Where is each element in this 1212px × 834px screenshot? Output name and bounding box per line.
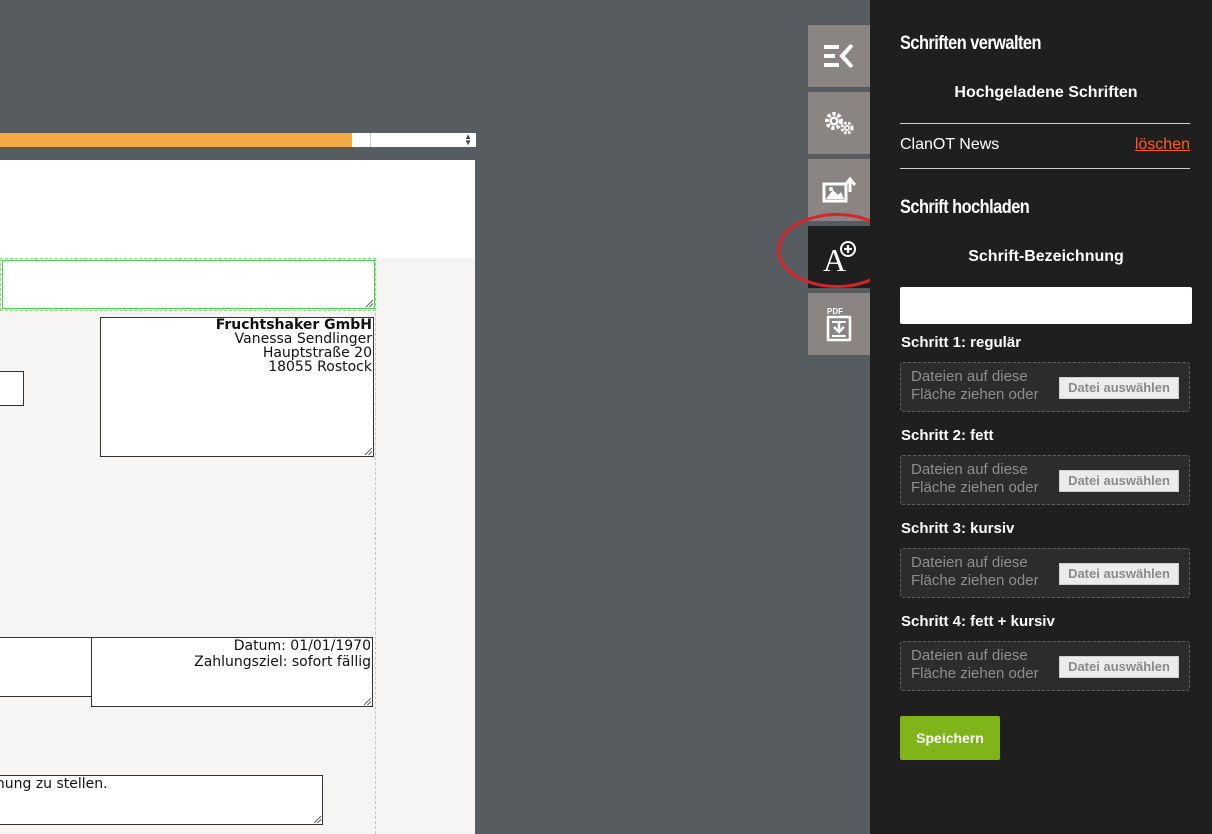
address-line: Fruchtshaker GmbH — [215, 317, 372, 333]
logo-text-box[interactable] — [2, 260, 375, 309]
choose-file-button[interactable]: Datei auswählen — [1059, 563, 1179, 585]
address-line: Hauptstraße 20 — [262, 345, 372, 361]
divider — [900, 123, 1190, 124]
panel-title: Schriften verwalten — [900, 33, 1041, 54]
save-button[interactable]: Speichern — [900, 716, 1000, 760]
date-line: Datum: 01/01/1970 — [233, 638, 371, 654]
upload-font-title: Schrift hochladen — [900, 197, 1030, 218]
collapse-panel-button[interactable] — [808, 25, 870, 87]
collapse-panel-icon — [824, 43, 854, 69]
resize-handle-icon[interactable] — [314, 816, 321, 823]
svg-text:PDF: PDF — [827, 307, 843, 316]
pdf-download-button[interactable]: PDF — [808, 293, 870, 355]
uploaded-fonts-heading: Hochgeladene Schriften — [954, 84, 1138, 101]
resize-handle-icon[interactable] — [364, 698, 371, 705]
resize-handle-icon[interactable] — [366, 300, 373, 307]
pdf-download-icon: PDF — [826, 307, 852, 342]
resize-handle-icon[interactable] — [365, 448, 372, 455]
zoom-select[interactable]: ▲ ▼ — [370, 133, 476, 147]
zoom-bar[interactable]: ▲ ▼ — [0, 133, 476, 147]
font-name-input[interactable] — [900, 287, 1192, 324]
dropzone-bold[interactable]: Dateien auf diese Fläche ziehen oder Dat… — [900, 455, 1190, 505]
settings-gears-icon — [825, 112, 854, 135]
dropzone-text: Dateien auf diese Fläche ziehen oder — [911, 461, 1039, 496]
image-upload-button[interactable] — [808, 159, 870, 221]
document-stage: ▲ ▼ Fruchtshaker GmbH Vanessa Sendlinger … — [0, 0, 870, 834]
settings-button[interactable] — [808, 92, 870, 154]
choose-file-button[interactable]: Datei auswählen — [1059, 377, 1179, 399]
page-header-area — [0, 160, 475, 258]
dropzone-text: Dateien auf diese Fläche ziehen oder — [911, 368, 1039, 403]
margin-guide — [375, 258, 376, 834]
choose-file-button[interactable]: Datei auswählen — [1059, 470, 1179, 492]
font-name-label: Schrift-Bezeichnung — [968, 248, 1124, 265]
dropzone-italic[interactable]: Dateien auf diese Fläche ziehen oder Dat… — [900, 548, 1190, 598]
dropzone-regular[interactable]: Dateien auf diese Fläche ziehen oder Dat… — [900, 362, 1190, 412]
font-manager-panel: Schriften verwalten Hochgeladene Schrift… — [870, 0, 1212, 834]
image-upload-icon — [822, 176, 856, 203]
document-page[interactable]: Fruchtshaker GmbH Vanessa Sendlinger Hau… — [0, 160, 475, 834]
font-manager-button[interactable]: A — [808, 226, 870, 288]
due-line: Zahlungsziel: sofort fällig — [194, 654, 371, 670]
add-font-icon: A — [823, 241, 856, 274]
delete-font-link[interactable]: löschen — [1135, 136, 1190, 154]
address-line: Vanessa Sendlinger — [234, 331, 372, 347]
body-text-box[interactable]: nnung zu stellen. — [0, 775, 323, 825]
step-label-italic: Schritt 3: kursiv — [901, 520, 1015, 537]
address-text-box[interactable]: Fruchtshaker GmbH Vanessa Sendlinger Hau… — [100, 317, 374, 457]
select-arrows-icon: ▲ ▼ — [464, 132, 472, 147]
divider — [900, 168, 1190, 169]
body-text: nnung zu stellen. — [0, 776, 108, 792]
dropzone-bold-italic[interactable]: Dateien auf diese Fläche ziehen oder Dat… — [900, 641, 1190, 691]
dropzone-text: Dateien auf diese Fläche ziehen oder — [911, 554, 1039, 589]
zoom-progress-fill — [0, 133, 353, 147]
step-label-bold: Schritt 2: fett — [901, 427, 994, 444]
choose-file-button[interactable]: Datei auswählen — [1059, 656, 1179, 678]
address-line: 18055 Rostock — [268, 359, 372, 375]
info-left-text-box[interactable] — [0, 637, 93, 697]
dropzone-text: Dateien auf diese Fläche ziehen oder — [911, 647, 1039, 682]
uploaded-font-name: ClanOT News — [900, 136, 1000, 153]
invoice-info-text-box[interactable]: Datum: 01/01/1970 Zahlungsziel: sofort f… — [91, 637, 373, 707]
small-text-box[interactable] — [0, 371, 24, 406]
step-label-regular: Schritt 1: regulär — [901, 334, 1022, 351]
step-label-bold-italic: Schritt 4: fett + kursiv — [901, 613, 1055, 630]
